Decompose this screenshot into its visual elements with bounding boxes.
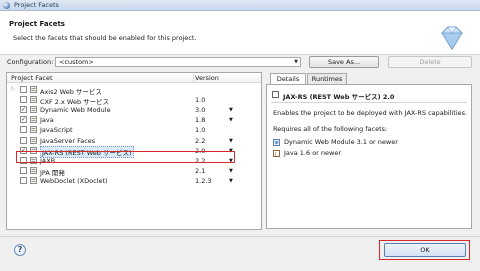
version-dropdown-icon[interactable]: ▼ [229, 107, 233, 113]
configuration-value: <custom> [59, 58, 94, 66]
ok-button[interactable]: OK [384, 243, 466, 257]
facet-icon [30, 106, 37, 114]
facet-label: JavaScript [40, 126, 73, 135]
facet-row[interactable]: WebDoclet (XDoclet) 1.2.3 ▼ [7, 176, 261, 186]
facet-icon [272, 91, 279, 98]
facet-row[interactable]: CXF 2.x Web サービス 1.0 [7, 95, 261, 106]
facet-row[interactable]: JavaScript 1.0 [7, 125, 261, 135]
details-panel: Details Runtimes JAX-RS (REST Web サービス) … [266, 73, 472, 229]
facet-icon [30, 96, 37, 104]
highlight-box-facet [16, 151, 235, 163]
facet-icon [30, 86, 37, 93]
facet-label: JavaServer Faces [40, 136, 96, 145]
version-dropdown-icon[interactable]: ▼ [229, 138, 233, 144]
java-icon: J [273, 149, 280, 157]
facet-row[interactable]: JPA 開発 2.1 ▼ [7, 166, 261, 177]
facet-checkbox[interactable] [20, 86, 27, 93]
facet-row[interactable]: JavaServer Faces 2.2 ▼ [7, 136, 261, 146]
facet-checkbox[interactable] [20, 96, 27, 104]
facet-checkbox[interactable]: ✓ [20, 116, 27, 124]
facet-checkbox[interactable] [20, 166, 27, 174]
title-bar: Project Facets [0, 0, 480, 11]
requirement-item: Dynamic Web Module 3.1 or newer [273, 138, 398, 146]
col-version[interactable]: Version [195, 74, 219, 82]
facet-row[interactable]: ✓ Java 1.8 ▼ [7, 115, 261, 125]
facet-checkbox[interactable] [20, 136, 27, 144]
facet-checkbox[interactable] [20, 176, 27, 184]
expand-icon[interactable]: ▷ [11, 86, 15, 92]
facet-checkbox[interactable] [20, 126, 27, 134]
header-title: Project Facets [9, 20, 65, 28]
tab-runtimes[interactable]: Runtimes [307, 73, 347, 84]
facets-table-header: Project Facet Version [7, 73, 261, 83]
facet-version[interactable]: 2.1 [195, 167, 205, 175]
details-pane: JAX-RS (REST Web サービス) 2.0 Enables the p… [266, 84, 472, 229]
version-dropdown-icon[interactable]: ▼ [229, 117, 233, 123]
facets-banner-icon [441, 26, 463, 50]
facet-version[interactable]: 1.8 [195, 116, 205, 124]
chevron-down-icon[interactable]: ▼ [294, 58, 298, 66]
facet-icon [30, 166, 37, 174]
configuration-label: Configuration: [7, 58, 54, 66]
web-module-icon [273, 138, 280, 146]
save-as-button[interactable]: Save As... [309, 56, 379, 68]
window-title: Project Facets [14, 1, 59, 9]
requirement-item: J Java 1.6 or newer [273, 149, 341, 157]
dialog-header: Project Facets Select the facets that sh… [0, 11, 480, 55]
facet-label: Java [40, 116, 54, 125]
facet-version[interactable]: 1.2.3 [195, 177, 212, 185]
version-dropdown-icon[interactable]: ▼ [229, 168, 233, 174]
facet-label: WebDoclet (XDoclet) [40, 176, 108, 185]
facet-version[interactable]: 1.0 [195, 96, 205, 104]
eclipse-icon [3, 1, 10, 9]
facet-icon [30, 176, 37, 184]
facet-icon [30, 126, 37, 134]
facet-icon [30, 136, 37, 144]
facet-row[interactable]: ▷ Axis2 Web サービス [7, 85, 261, 96]
details-description: Enables the project to be deployed with … [273, 109, 468, 117]
requirement-text: Java 1.6 or newer [284, 149, 342, 157]
col-project-facet[interactable]: Project Facet [11, 74, 53, 82]
version-dropdown-icon[interactable]: ▼ [229, 178, 233, 184]
help-icon[interactable]: ? [14, 244, 26, 256]
facet-version[interactable]: 3.0 [195, 106, 205, 114]
facet-version[interactable]: 1.0 [195, 126, 205, 134]
configuration-row: Configuration: <custom> ▼ [7, 57, 301, 67]
configuration-combo[interactable]: <custom> ▼ [55, 57, 301, 67]
header-description: Select the facets that should be enabled… [13, 34, 197, 42]
requirement-text: Dynamic Web Module 3.1 or newer [284, 138, 398, 146]
facet-label: Dynamic Web Module [40, 106, 111, 115]
facet-checkbox[interactable]: ✓ [20, 106, 27, 114]
facet-row[interactable]: ✓ Dynamic Web Module 3.0 ▼ [7, 105, 261, 115]
facet-icon [30, 116, 37, 124]
requires-label: Requires all of the following facets: [273, 125, 388, 133]
delete-button[interactable]: Delete [388, 56, 472, 68]
details-title: JAX-RS (REST Web サービス) 2.0 [283, 93, 395, 101]
svg-text:J: J [274, 152, 276, 157]
facet-version[interactable]: 2.2 [195, 137, 205, 145]
